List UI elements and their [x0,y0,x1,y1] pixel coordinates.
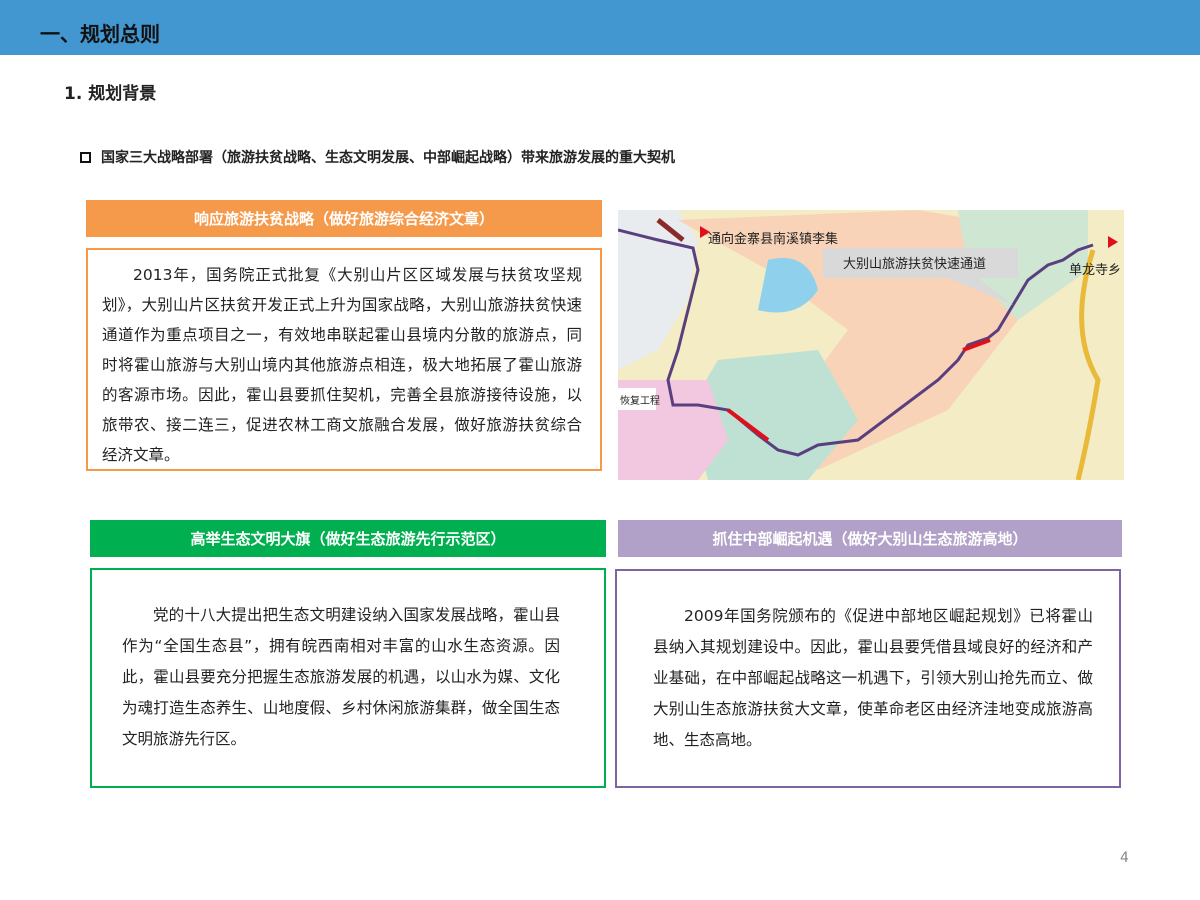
section-3-header: 抓住中部崛起机遇（做好大别山生态旅游高地） [618,520,1122,557]
section-1-body: 2013年，国务院正式批复《大别山片区区域发展与扶贫攻坚规划》，大别山片区扶贫开… [86,248,602,471]
header-bar [0,0,1200,55]
bullet-text: 国家三大战略部署（旅游扶贫战略、生态文明发展、中部崛起战略）带来旅游发展的重大契… [101,147,675,167]
bullet-line: 国家三大战略部署（旅游扶贫战略、生态文明发展、中部崛起战略）带来旅游发展的重大契… [80,147,675,167]
map-label-route: 大别山旅游扶贫快速通道 [843,256,986,272]
section-2-header: 高举生态文明大旗（做好生态旅游先行示范区） [90,520,606,557]
map-label-west: 通向金寨县南溪镇李集 [708,231,838,247]
section-2-body: 党的十八大提出把生态文明建设纳入国家发展战略，霍山县作为“全国生态县”，拥有皖西… [90,568,606,788]
map-label-east: 单龙寺乡 [1069,263,1121,278]
section-3-body: 2009年国务院颁布的《促进中部地区崛起规划》已将霍山县纳入其规划建设中。因此，… [615,569,1121,788]
map-label-restore: 恢复工程 [620,394,660,407]
route-map: 通向金寨县南溪镇李集 大别山旅游扶贫快速通道 单龙寺乡 恢复工程 [618,210,1124,480]
section-title: 一、规划总则 [40,18,160,47]
square-bullet-icon [80,152,91,163]
subsection-title: 1. 规划背景 [64,79,156,104]
page-number: 4 [1120,850,1129,866]
section-1-header: 响应旅游扶贫战略（做好旅游综合经济文章） [86,200,602,237]
